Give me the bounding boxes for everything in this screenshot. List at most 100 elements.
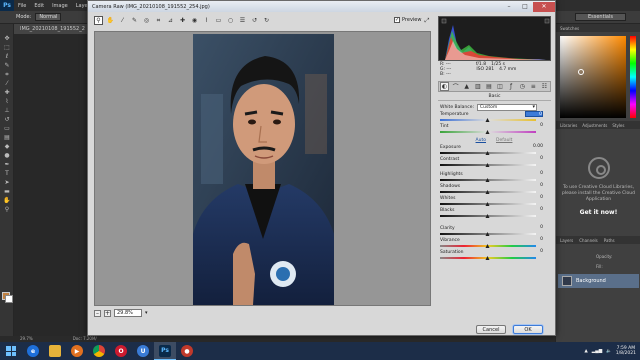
clone-stamp-tool-icon[interactable]: ⊥	[0, 106, 14, 115]
zoom-in-button[interactable]: +	[104, 309, 111, 317]
taskbar-folder-icon[interactable]	[44, 342, 66, 360]
menu-edit[interactable]: Edit	[30, 3, 48, 9]
zoom-out-button[interactable]: –	[94, 309, 101, 317]
tab-split-toning-icon[interactable]: ▤	[484, 83, 493, 90]
straighten-tool-icon[interactable]: ⊿	[166, 16, 175, 25]
white-balance-select[interactable]: Custom	[476, 104, 537, 111]
exposure-value[interactable]: 0.00	[525, 144, 543, 150]
image-preview-area[interactable]	[94, 31, 431, 306]
healing-tool-icon[interactable]: ✚	[0, 88, 14, 97]
history-brush-tool-icon[interactable]: ↺	[0, 115, 14, 124]
tab-styles[interactable]: Styles	[612, 123, 624, 128]
rotate-ccw-icon[interactable]: ↺	[250, 16, 259, 25]
tint-slider[interactable]: Tint 0	[440, 123, 548, 136]
tint-thumb[interactable]	[485, 130, 490, 134]
clarity-thumb[interactable]	[485, 232, 490, 236]
layer-row-background[interactable]: Background	[558, 274, 639, 288]
red-eye-tool-icon[interactable]: ◉	[190, 16, 199, 25]
crop-tool-icon[interactable]: ⌗	[154, 16, 163, 25]
menu-image[interactable]: Image	[48, 3, 72, 9]
blacks-thumb[interactable]	[485, 214, 490, 218]
exposure-thumb[interactable]	[485, 151, 490, 155]
dodge-tool-icon[interactable]: ●	[0, 151, 14, 160]
preview-toggle[interactable]: ✓ Preview	[394, 17, 421, 23]
spot-removal-tool-icon[interactable]: ✚	[178, 16, 187, 25]
hue-strip[interactable]	[630, 36, 636, 118]
fullscreen-icon[interactable]: ⤢	[422, 16, 432, 25]
highlights-value[interactable]: 0	[525, 171, 543, 177]
white-balance-tool-icon[interactable]: ⁄	[118, 16, 127, 25]
temperature-value[interactable]: 0	[525, 111, 543, 117]
tab-presets-icon[interactable]: ≡	[529, 83, 538, 90]
saturation-thumb[interactable]	[485, 256, 490, 260]
tab-libraries[interactable]: Libraries	[560, 123, 577, 128]
tab-hsl-icon[interactable]: ▥	[473, 83, 482, 90]
type-tool-icon[interactable]: T	[0, 169, 14, 178]
tab-detail-icon[interactable]: ▲	[462, 83, 471, 90]
preferences-icon[interactable]: ☰	[238, 16, 247, 25]
taskbar-photoshop-icon[interactable]: Ps	[154, 342, 176, 360]
marquee-tool-icon[interactable]: ⬚	[0, 43, 14, 52]
adjustment-brush-tool-icon[interactable]: ⌇	[202, 16, 211, 25]
zoom-tool-icon[interactable]: ⚲	[0, 205, 14, 214]
cancel-button[interactable]: Cancel	[476, 325, 506, 334]
move-tool-icon[interactable]: ✥	[0, 34, 14, 43]
saturation-slider[interactable]: Saturation 0	[440, 249, 548, 262]
close-icon[interactable]: ✕	[533, 1, 555, 12]
blacks-value[interactable]: 0	[525, 207, 543, 213]
temperature-thumb[interactable]	[485, 118, 490, 122]
blur-tool-icon[interactable]: ◆	[0, 142, 14, 151]
background-color-swatch[interactable]	[5, 295, 13, 303]
taskbar-recorder-icon[interactable]: ●	[176, 342, 198, 360]
shadows-thumb[interactable]	[485, 190, 490, 194]
taskbar-media-icon[interactable]: ▶	[66, 342, 88, 360]
tab-layers[interactable]: Layers	[560, 238, 573, 243]
saturation-value[interactable]: 0	[525, 249, 543, 255]
radial-filter-tool-icon[interactable]: ○	[226, 16, 235, 25]
path-select-tool-icon[interactable]: ➤	[0, 178, 14, 187]
tray-arrow-icon[interactable]: ▲	[584, 349, 587, 354]
tab-camera-calibration-icon[interactable]: ◷	[518, 83, 527, 90]
contrast-slider[interactable]: Contrast 0	[440, 156, 548, 169]
blacks-slider[interactable]: Blacks 0	[440, 207, 548, 220]
gradient-tool-icon[interactable]: ▤	[0, 133, 14, 142]
rotate-cw-icon[interactable]: ↻	[262, 16, 271, 25]
graduated-filter-tool-icon[interactable]: ▭	[214, 16, 223, 25]
zoom-tool-icon[interactable]: ⚲	[94, 16, 103, 25]
taskbar-app-icon[interactable]: U	[132, 342, 154, 360]
ok-button[interactable]: OK	[513, 325, 543, 334]
color-picker-ring[interactable]	[578, 69, 584, 75]
hand-tool-icon[interactable]: ✋	[106, 16, 115, 25]
tint-value[interactable]: 0	[525, 123, 543, 129]
menu-file[interactable]: File	[14, 3, 30, 9]
zoom-dropdown-icon[interactable]: ▾	[145, 310, 148, 316]
tab-swatches[interactable]: Swatches	[560, 26, 579, 31]
eraser-tool-icon[interactable]: ▭	[0, 124, 14, 133]
tab-effects-icon[interactable]: ƒ	[507, 83, 516, 90]
tab-snapshots-icon[interactable]: ☷	[540, 83, 549, 90]
contrast-thumb[interactable]	[485, 163, 490, 167]
tab-lens-icon[interactable]: ◫	[496, 83, 505, 90]
taskbar-chrome-icon[interactable]	[88, 342, 110, 360]
crop-tool-icon[interactable]: ⌗	[0, 70, 14, 79]
vibrance-thumb[interactable]	[485, 244, 490, 248]
clock[interactable]: 7:59 AM 1/8/2021	[616, 346, 636, 357]
pen-tool-icon[interactable]: ✒	[0, 160, 14, 169]
default-link[interactable]: Default	[496, 138, 512, 143]
tab-tone-curve-icon[interactable]: ⌒	[451, 82, 460, 91]
document-tab[interactable]: IMG_20210108_191552_2	[14, 24, 94, 34]
auto-link[interactable]: Auto	[476, 138, 486, 143]
workspace-switcher[interactable]: Essentials	[574, 13, 626, 21]
highlights-thumb[interactable]	[485, 178, 490, 182]
tab-paths[interactable]: Paths	[604, 238, 615, 243]
tab-channels[interactable]: Channels	[579, 238, 598, 243]
volume-icon[interactable]: 🔈	[606, 349, 612, 354]
clarity-value[interactable]: 0	[525, 225, 543, 231]
maximize-icon[interactable]: □	[517, 2, 533, 12]
brush-tool-icon[interactable]: ⌇	[0, 97, 14, 106]
zoom-level-select[interactable]: 29.8%	[114, 309, 142, 317]
contrast-value[interactable]: 0	[525, 156, 543, 162]
whites-thumb[interactable]	[485, 202, 490, 206]
eyedropper-tool-icon[interactable]: ⁄	[0, 79, 14, 88]
shape-tool-icon[interactable]: ▬	[0, 187, 14, 196]
